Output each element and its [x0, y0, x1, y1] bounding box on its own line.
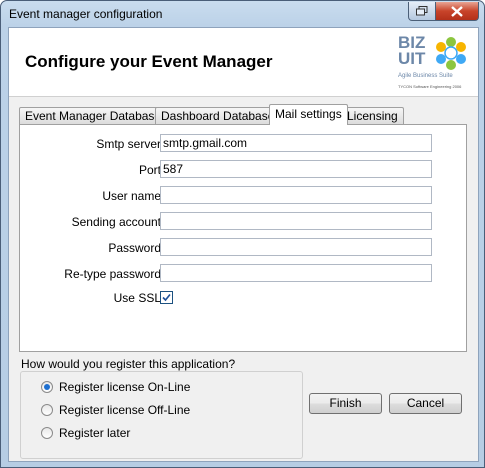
header: Configure your Event Manager BIZ UIT Agil…: [9, 28, 478, 97]
register-question: How would you register this application?: [19, 357, 238, 371]
tab-mail-settings[interactable]: Mail settings: [269, 104, 348, 125]
password-label: Password: [108, 241, 161, 255]
user-name-label: User name: [102, 189, 161, 203]
logo-fine-print: TYCON Software Engineering 2006: [398, 84, 462, 89]
use-ssl-label: Use SSL: [113, 291, 161, 305]
radio-register-offline[interactable]: [41, 404, 53, 416]
use-ssl-checkbox[interactable]: [160, 291, 173, 304]
sending-account-input[interactable]: [160, 212, 432, 230]
close-icon: [451, 5, 463, 17]
user-name-input[interactable]: [160, 186, 432, 204]
window-title: Event manager configuration: [9, 7, 163, 21]
bizuit-flower-icon: [436, 37, 466, 70]
bizuit-logo: BIZ UIT Agile Business Suite TYCON Softwa…: [398, 33, 468, 95]
mail-settings-panel: Smtp server smtp.gmail.com Port 587 User…: [19, 124, 467, 352]
radio-register-online-label[interactable]: Register license On-Line: [59, 380, 190, 394]
logo-tagline: Agile Business Suite: [398, 73, 453, 79]
restore-button[interactable]: [408, 2, 436, 21]
smtp-server-input[interactable]: smtp.gmail.com: [160, 134, 432, 152]
finish-button[interactable]: Finish: [309, 393, 382, 414]
tab-licensing[interactable]: Licensing: [341, 107, 404, 124]
title-bar[interactable]: Event manager configuration: [1, 1, 484, 27]
port-label: Port: [138, 163, 161, 177]
radio-register-online[interactable]: [41, 381, 53, 393]
radio-register-later[interactable]: [41, 427, 53, 439]
tab-event-manager-database[interactable]: Event Manager Database: [19, 107, 168, 124]
retype-password-label: Re-type password: [64, 267, 161, 281]
checkmark-icon: [162, 293, 171, 302]
dialog-body: Configure your Event Manager BIZ UIT Agil…: [8, 27, 479, 462]
close-button[interactable]: [435, 2, 479, 21]
port-input[interactable]: 587: [160, 160, 432, 178]
page-title: Configure your Event Manager: [25, 52, 273, 71]
radio-selected-dot: [44, 384, 50, 390]
logo-brand: BIZ UIT: [398, 33, 426, 68]
radio-register-later-label[interactable]: Register later: [59, 426, 130, 440]
smtp-server-label: Smtp server: [96, 137, 161, 151]
retype-password-input[interactable]: [160, 264, 432, 282]
window: Event manager configuration Configure yo…: [0, 0, 485, 468]
radio-register-offline-label[interactable]: Register license Off-Line: [59, 403, 190, 417]
cancel-button[interactable]: Cancel: [389, 393, 462, 414]
tab-dashboard-database[interactable]: Dashboard Database: [155, 107, 281, 124]
password-input[interactable]: [160, 238, 432, 256]
restore-icon: [416, 6, 428, 16]
sending-account-label: Sending account: [71, 215, 161, 229]
